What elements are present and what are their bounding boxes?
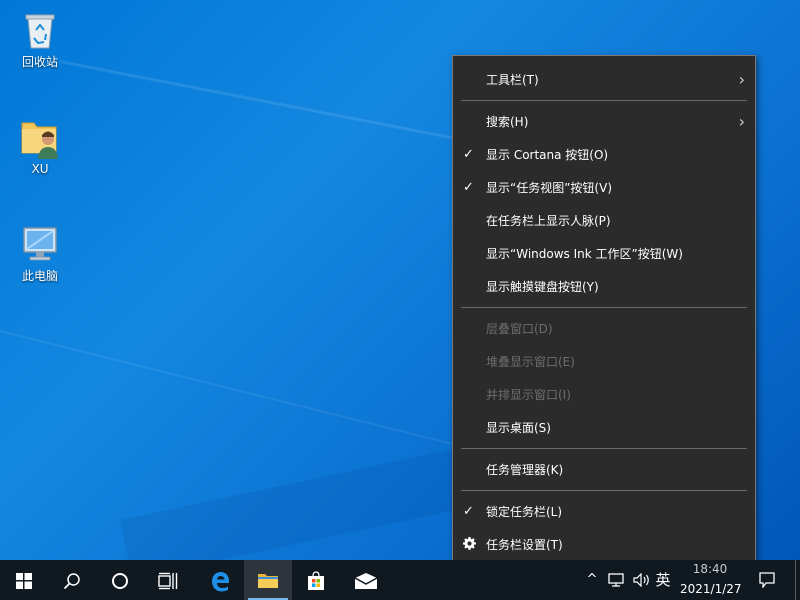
desktop-icon-label: XU: [31, 162, 49, 176]
ime-label: 英: [655, 571, 671, 589]
menu-item-label: 显示触摸键盘按钮(Y): [486, 280, 599, 294]
menu-item-stack-windows: 堆叠显示窗口(E): [453, 347, 755, 377]
start-button[interactable]: [0, 560, 48, 600]
menu-separator: [461, 100, 747, 101]
checkmark-icon: ✓: [463, 180, 474, 195]
desktop-icon-label: 此电脑: [21, 269, 58, 283]
speaker-icon: [633, 572, 649, 587]
desktop-icon-user-folder[interactable]: XU: [2, 115, 78, 176]
task-view-icon: [158, 572, 178, 589]
mail-icon: [354, 572, 378, 589]
menu-item-label: 显示 Cortana 按钮(O): [486, 148, 609, 162]
notification-icon: [759, 571, 775, 589]
volume-button[interactable]: [630, 560, 654, 600]
mail-button[interactable]: [342, 560, 390, 600]
menu-item-side-by-side-windows: 并排显示窗口(I): [453, 380, 755, 410]
chevron-up-icon: ^: [586, 572, 598, 587]
menu-item-label: 任务管理器(K): [486, 463, 564, 477]
show-desktop-strip[interactable]: [795, 560, 800, 600]
checkmark-icon: ✓: [463, 147, 474, 162]
menu-item-show-touch-keyboard-button[interactable]: 显示触摸键盘按钮(Y): [453, 272, 755, 302]
edge-icon: [212, 571, 229, 591]
submenu-arrow-icon: ›: [738, 112, 745, 131]
clock[interactable]: 18:40 2021/1/27: [680, 560, 742, 600]
desktop-icon-this-pc[interactable]: 此电脑: [2, 222, 78, 283]
menu-item-show-cortana-button[interactable]: ✓ 显示 Cortana 按钮(O): [453, 140, 755, 170]
clock-time: 18:40: [692, 562, 728, 576]
menu-item-label: 显示“Windows Ink 工作区”按钮(W): [486, 247, 683, 261]
desktop-icon-recycle-bin[interactable]: 回收站: [2, 8, 78, 69]
network-wired-icon: [608, 572, 624, 587]
show-hidden-icons-button[interactable]: ^: [582, 560, 602, 600]
menu-separator: [461, 448, 747, 449]
clock-date: 2021/1/27: [680, 582, 742, 596]
light-ray: [0, 330, 505, 458]
menu-item-task-manager[interactable]: 任务管理器(K): [453, 455, 755, 485]
task-view-button[interactable]: [144, 560, 192, 600]
checkmark-icon: ✓: [463, 504, 474, 519]
menu-item-label: 显示桌面(S): [486, 421, 551, 435]
menu-item-lock-taskbar[interactable]: ✓ 锁定任务栏(L): [453, 497, 755, 527]
menu-item-show-desktop[interactable]: 显示桌面(S): [453, 413, 755, 443]
menu-item-show-windows-ink-button[interactable]: 显示“Windows Ink 工作区”按钮(W): [453, 239, 755, 269]
menu-item-label: 锁定任务栏(L): [486, 505, 563, 519]
taskbar-context-menu: 工具栏(T) › 搜索(H) › ✓ 显示 Cortana 按钮(O) ✓ 显示…: [452, 55, 756, 569]
menu-separator: [461, 307, 747, 308]
menu-item-label: 在任务栏上显示人脉(P): [486, 214, 611, 228]
search-button[interactable]: [48, 560, 96, 600]
cortana-ring-icon: [112, 572, 128, 589]
menu-item-label: 显示“任务视图”按钮(V): [486, 181, 613, 195]
menu-item-search[interactable]: 搜索(H) ›: [453, 107, 755, 137]
menu-separator: [461, 490, 747, 491]
menu-item-label: 任务栏设置(T): [486, 538, 563, 552]
menu-item-label: 工具栏(T): [486, 73, 539, 87]
submenu-arrow-icon: ›: [738, 70, 745, 89]
folder-icon: [258, 573, 278, 588]
menu-item-label: 层叠窗口(D): [486, 322, 553, 336]
menu-item-label: 并排显示窗口(I): [486, 388, 571, 402]
gear-icon: [463, 530, 476, 560]
file-explorer-button[interactable]: [244, 560, 292, 600]
this-pc-icon: [18, 222, 62, 266]
recycle-bin-icon: [18, 8, 62, 52]
user-folder-icon: [18, 115, 62, 159]
store-button[interactable]: [292, 560, 340, 600]
store-bag-icon: [308, 570, 324, 590]
menu-item-toolbars[interactable]: 工具栏(T) ›: [453, 65, 755, 95]
desktop-icon-label: 回收站: [21, 55, 58, 69]
action-center-button[interactable]: [756, 560, 778, 600]
input-method-indicator[interactable]: 英: [652, 560, 674, 600]
menu-item-taskbar-settings[interactable]: 任务栏设置(T): [453, 530, 755, 560]
menu-item-show-people[interactable]: 在任务栏上显示人脉(P): [453, 206, 755, 236]
search-icon: [63, 572, 80, 589]
cortana-button[interactable]: [96, 560, 144, 600]
menu-item-label: 堆叠显示窗口(E): [486, 355, 575, 369]
menu-item-label: 搜索(H): [486, 115, 529, 129]
network-status-button[interactable]: [604, 560, 628, 600]
edge-button[interactable]: [196, 560, 244, 600]
menu-item-cascade-windows: 层叠窗口(D): [453, 314, 755, 344]
menu-item-show-task-view-button[interactable]: ✓ 显示“任务视图”按钮(V): [453, 173, 755, 203]
windows-logo-icon: [16, 572, 32, 589]
taskbar: ^ 英 18:40 2021/1/27: [0, 560, 800, 600]
